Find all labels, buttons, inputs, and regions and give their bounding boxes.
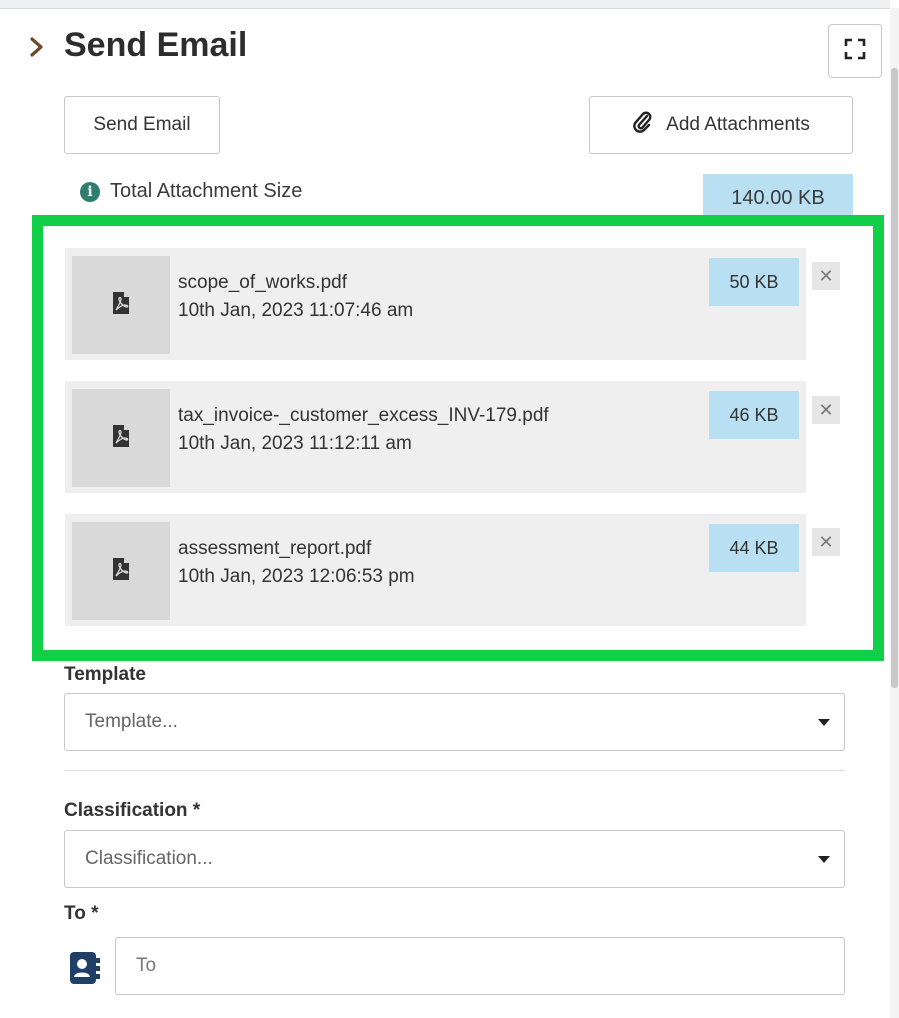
to-placeholder: To bbox=[136, 955, 157, 976]
caret-down-icon bbox=[818, 719, 830, 726]
attachments-highlight-box bbox=[32, 215, 884, 661]
template-select[interactable]: Template... bbox=[64, 693, 845, 751]
classification-select[interactable]: Classification... bbox=[64, 830, 845, 888]
scrollbar-thumb[interactable] bbox=[891, 68, 898, 688]
to-label: To * bbox=[64, 903, 99, 924]
send-email-button[interactable]: Send Email bbox=[64, 96, 220, 154]
send-email-panel: Send Email Send Email Add Attachments i … bbox=[0, 0, 899, 1018]
fullscreen-icon bbox=[844, 38, 866, 65]
page-title: Send Email bbox=[64, 26, 248, 64]
fullscreen-button[interactable] bbox=[828, 24, 882, 78]
classification-label: Classification * bbox=[64, 800, 201, 821]
total-attachment-row: i Total Attachment Size bbox=[80, 180, 302, 203]
add-attachments-button[interactable]: Add Attachments bbox=[589, 96, 853, 154]
panel-top-edge bbox=[0, 0, 890, 9]
to-input[interactable]: To bbox=[115, 937, 845, 995]
chevron-right-icon[interactable] bbox=[26, 36, 48, 58]
add-attachments-label: Add Attachments bbox=[666, 114, 810, 135]
template-label: Template bbox=[64, 664, 147, 685]
address-book-icon[interactable] bbox=[66, 950, 102, 986]
paperclip-icon bbox=[632, 111, 652, 139]
divider bbox=[64, 770, 845, 771]
send-email-button-label: Send Email bbox=[93, 114, 191, 135]
caret-down-icon bbox=[818, 856, 830, 863]
scrollbar[interactable] bbox=[890, 8, 899, 1018]
template-placeholder: Template... bbox=[85, 711, 178, 732]
info-icon: i bbox=[80, 181, 100, 202]
classification-placeholder: Classification... bbox=[85, 848, 213, 869]
total-attachment-label: Total Attachment Size bbox=[110, 180, 303, 202]
